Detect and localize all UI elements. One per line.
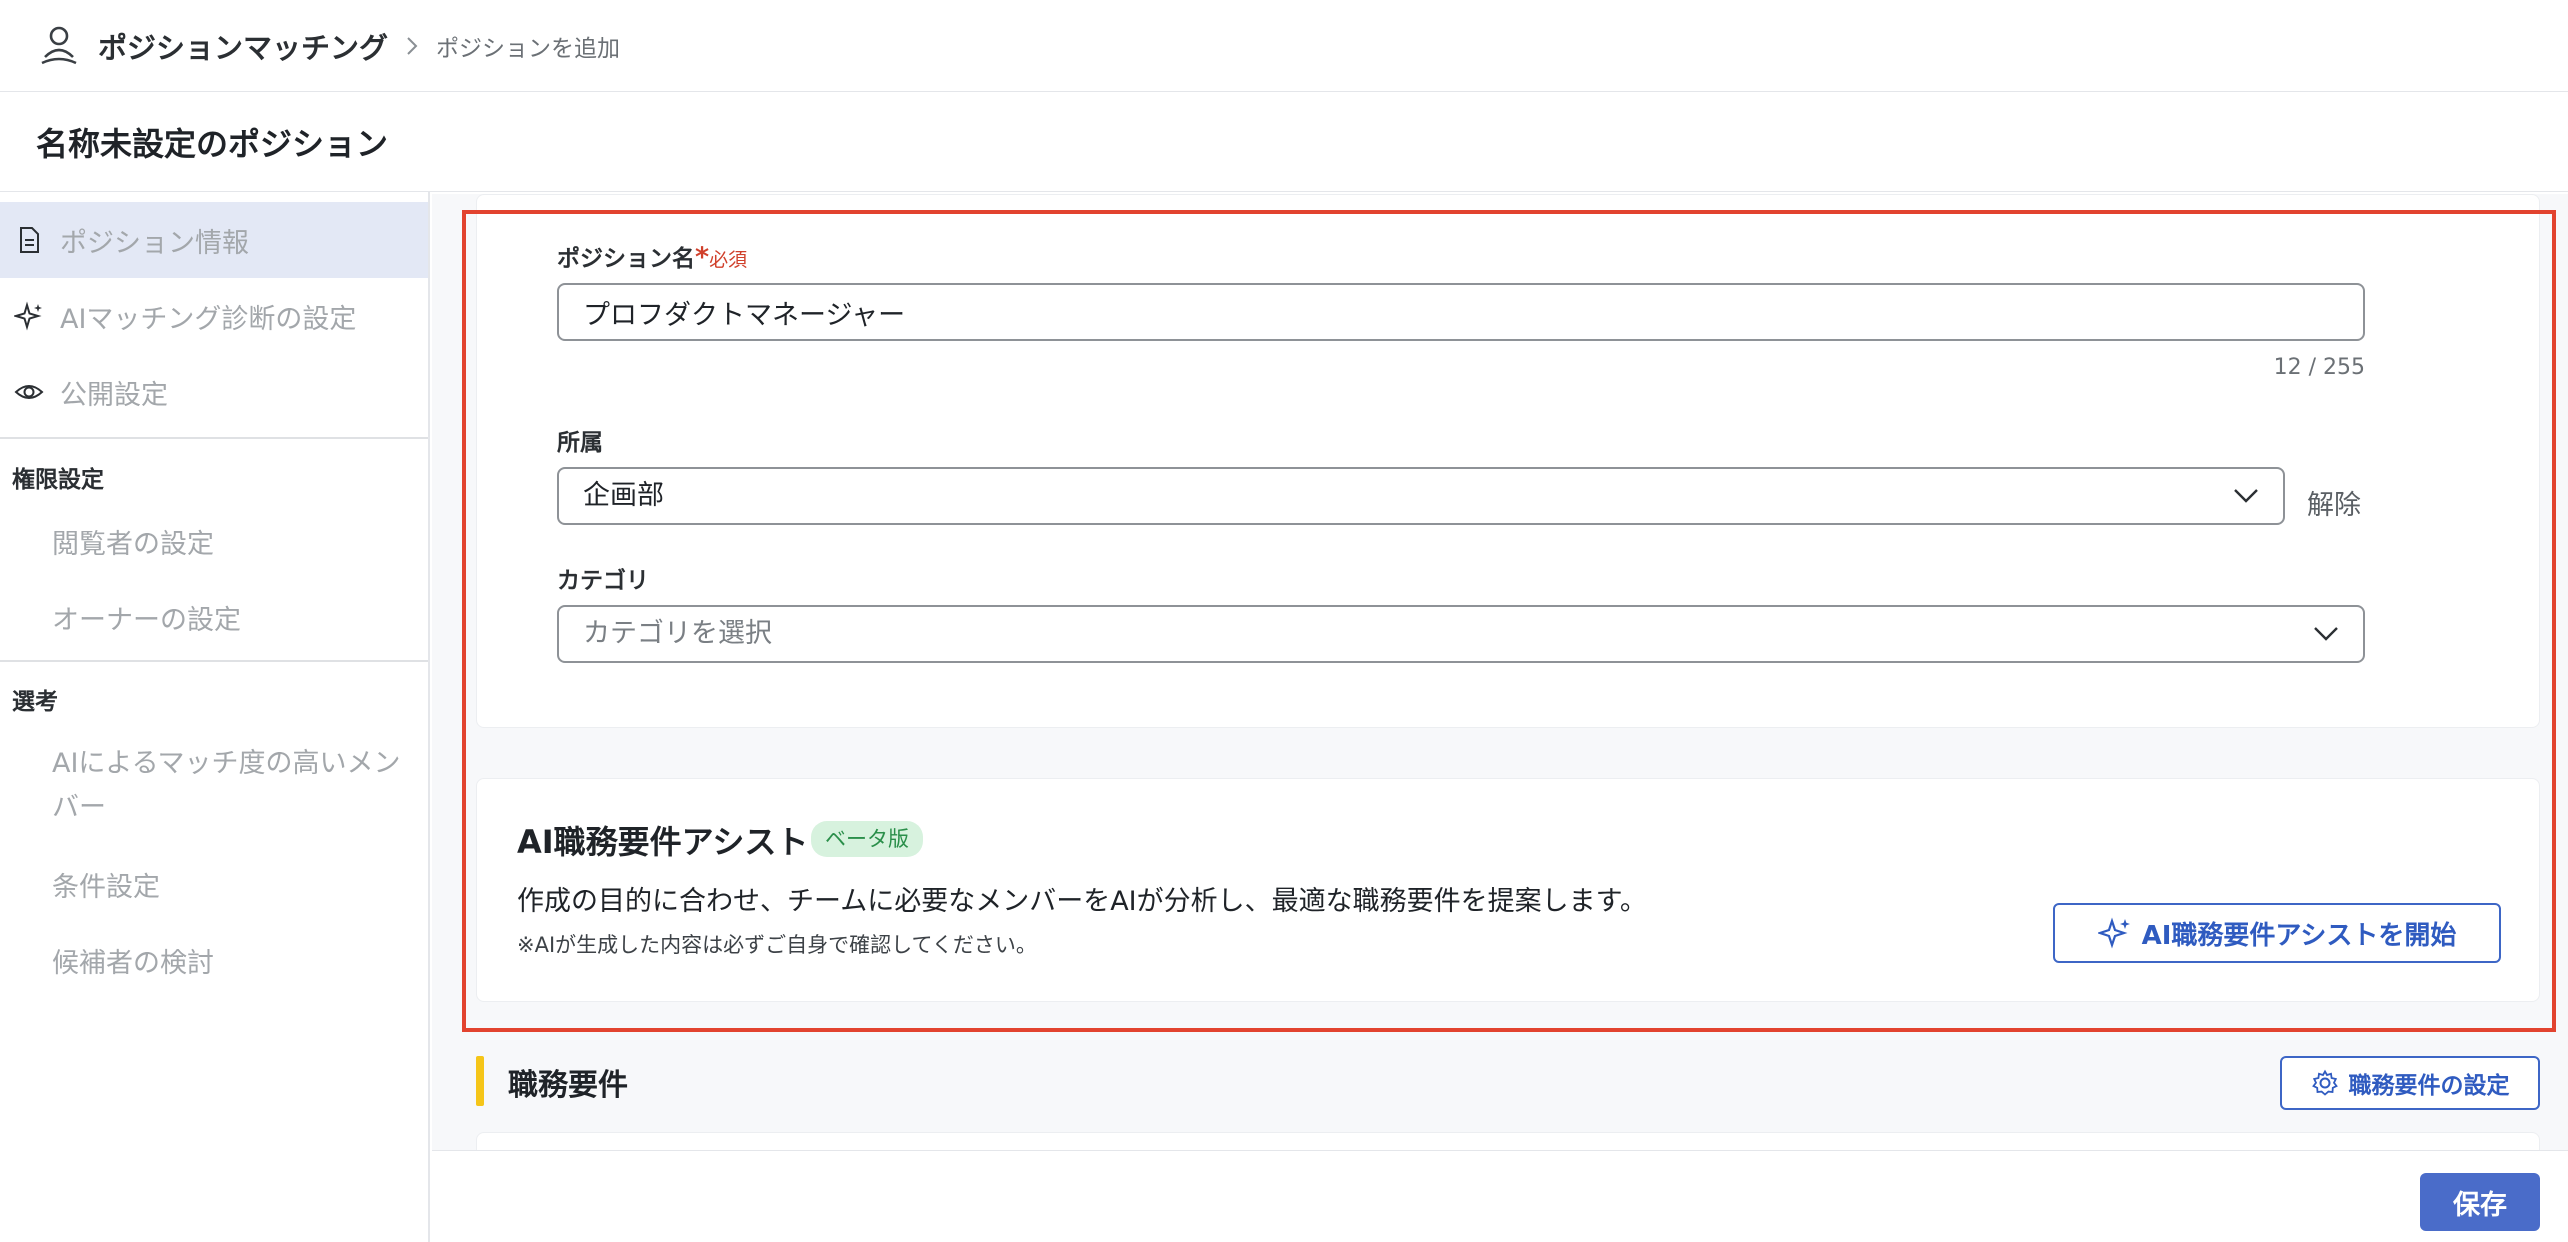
sidebar-item-ai-high-match[interactable]: AIによるマッチ度の高いメンバー [52, 742, 402, 830]
clear-department-button[interactable]: 解除 [2307, 483, 2361, 522]
sidebar-section-selection: 選考 [12, 689, 58, 715]
sidebar-item-label: 公開設定 [60, 379, 168, 411]
sidebar-item-label: AIマッチング診断の設定 [60, 303, 357, 335]
category-placeholder: カテゴリを選択 [583, 618, 772, 649]
position-info-card: ポジション名*必須 12 / 255 所属 企画部 解除 カテゴリ カテゴリを選… [476, 194, 2540, 728]
department-select[interactable]: 企画部 [557, 467, 2285, 525]
beta-badge: ベータ版 [811, 821, 923, 857]
app-logo-icon[interactable] [36, 23, 82, 69]
save-button[interactable]: 保存 [2420, 1173, 2540, 1231]
sidebar-divider [0, 437, 428, 439]
sparkle-icon [2097, 917, 2130, 949]
job-requirements-title: 職務要件 [508, 1068, 628, 1103]
sidebar: ポジション情報 AIマッチング診断の設定 公開設定 権限設定 閲覧者の設定 オー… [0, 192, 430, 1242]
sidebar-item-owners[interactable]: オーナーの設定 [52, 599, 402, 643]
start-ai-assist-label: AI職務要件アシストを開始 [2141, 920, 2457, 951]
chevron-down-icon [2234, 489, 2258, 503]
top-bar: ポジションマッチング ポジションを追加 [0, 0, 2568, 92]
gear-icon [2311, 1069, 2338, 1096]
sidebar-item-publish[interactable]: 公開設定 [0, 354, 428, 430]
document-icon [20, 227, 39, 253]
ai-assist-title: AI職務要件アシスト [517, 823, 809, 861]
page-title: 名称未設定のポジション [36, 124, 389, 163]
sidebar-divider [0, 660, 428, 662]
category-label: カテゴリ [557, 568, 649, 594]
department-value: 企画部 [583, 480, 664, 511]
required-text: 必須 [709, 249, 748, 271]
sidebar-item-ai-matching[interactable]: AIマッチング診断の設定 [0, 278, 428, 354]
ai-assist-note: ※AIが生成した内容は必ずご自身で確認してください。 [517, 933, 1037, 957]
main-content[interactable]: ポジション名*必須 12 / 255 所属 企画部 解除 カテゴリ カテゴリを選… [432, 194, 2568, 1150]
section-accent-bar [476, 1056, 484, 1106]
breadcrumb-current: ポジションを追加 [436, 35, 621, 62]
sidebar-item-candidates[interactable]: 候補者の検討 [52, 942, 402, 986]
required-mark: * [695, 242, 710, 273]
sparkle-icon [14, 301, 42, 331]
eye-icon [14, 385, 44, 399]
chevron-right-icon [407, 36, 418, 55]
sidebar-item-position-info[interactable]: ポジション情報 [0, 202, 428, 278]
sidebar-item-label: ポジション情報 [60, 227, 249, 259]
chevron-down-icon [2314, 627, 2338, 641]
start-ai-assist-button[interactable]: AI職務要件アシストを開始 [2053, 903, 2501, 963]
position-name-label: ポジション名*必須 [557, 242, 748, 273]
job-requirements-settings-label: 職務要件の設定 [2348, 1073, 2510, 1099]
sidebar-item-viewers[interactable]: 閲覧者の設定 [52, 523, 402, 567]
app-name[interactable]: ポジションマッチング [98, 25, 388, 67]
position-name-input[interactable] [557, 283, 2365, 341]
sidebar-item-conditions[interactable]: 条件設定 [52, 866, 402, 910]
sidebar-section-permissions: 権限設定 [12, 467, 104, 493]
job-requirements-card [476, 1132, 2540, 1150]
category-select[interactable]: カテゴリを選択 [557, 605, 2365, 663]
department-label: 所属 [557, 430, 603, 456]
page-title-bar: 名称未設定のポジション [0, 92, 2568, 192]
footer-bar: 保存 [432, 1150, 2568, 1242]
ai-assist-card: AI職務要件アシスト ベータ版 作成の目的に合わせ、チームに必要なメンバーをAI… [476, 778, 2540, 1002]
job-requirements-settings-button[interactable]: 職務要件の設定 [2280, 1056, 2540, 1110]
character-counter: 12 / 255 [2273, 355, 2365, 380]
ai-assist-description: 作成の目的に合わせ、チームに必要なメンバーをAIが分析し、最適な職務要件を提案し… [517, 886, 1647, 917]
